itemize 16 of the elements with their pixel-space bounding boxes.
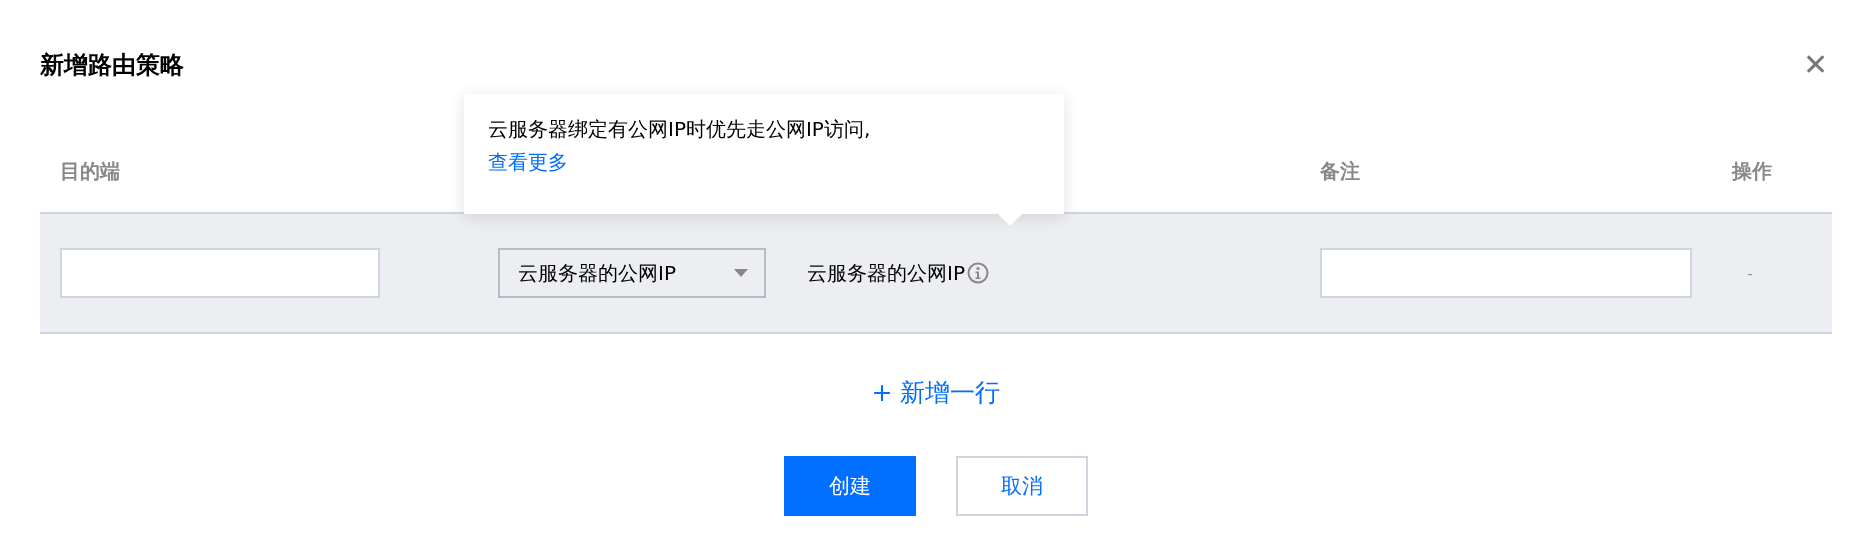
dialog-title: 新增路由策略	[40, 50, 184, 81]
learn-more-link[interactable]: 查看更多	[488, 149, 568, 176]
next-hop-type-select[interactable]: 云服务器的公网IP	[498, 248, 766, 298]
destination-field[interactable]	[60, 248, 380, 298]
add-row-link[interactable]: + 新增一行	[871, 376, 1001, 424]
column-header: 目的端	[60, 157, 121, 185]
create-button[interactable]: 创建	[784, 456, 916, 516]
action-text: -	[1747, 263, 1753, 283]
info-icon[interactable]	[966, 262, 989, 284]
caret-icon	[734, 269, 748, 277]
next-hop-text: 云服务器的公网IP	[807, 259, 965, 287]
column-header: 备注	[1320, 157, 1361, 185]
tooltip-text: 云服务器绑定有公网IP时优先走公网IP访问,	[488, 116, 872, 143]
column-header: 操作	[1732, 157, 1773, 185]
remark-field[interactable]	[1320, 248, 1692, 298]
cancel-button[interactable]: 取消	[956, 456, 1088, 516]
